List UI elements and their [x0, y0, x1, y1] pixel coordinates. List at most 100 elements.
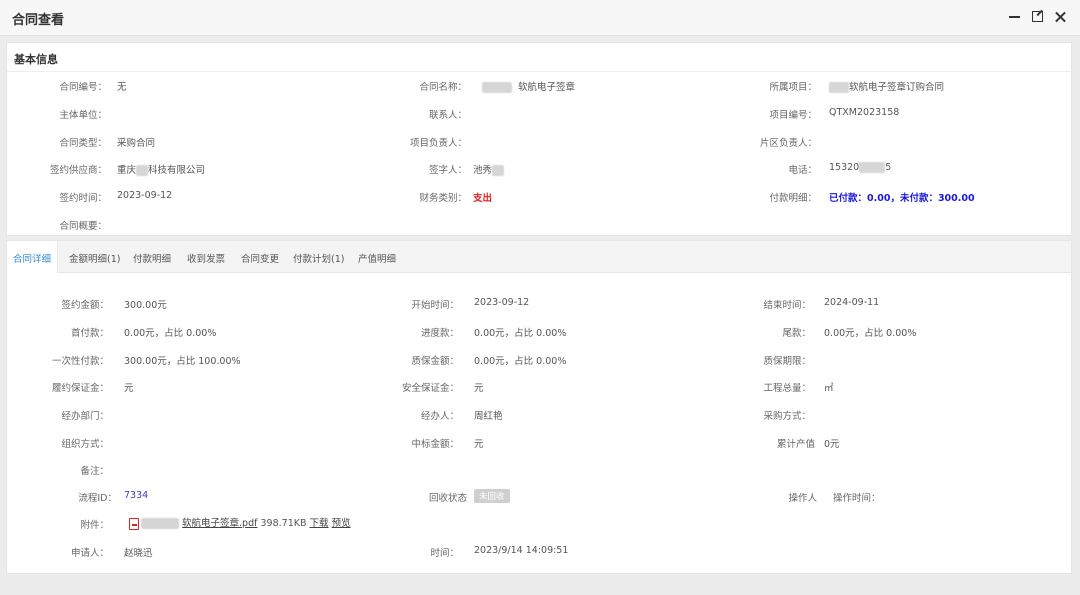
- value-sign-amount: 300.00元: [124, 300, 167, 311]
- label-area-manager: 片区负责人：: [759, 138, 817, 149]
- label-project-manager: 项目负责人：: [409, 138, 467, 149]
- value-signer-text: 池秀: [473, 165, 493, 176]
- label-start-date: 开始时间：: [411, 300, 459, 311]
- label-time: 时间：: [430, 548, 459, 559]
- label-bid-amount: 中标金额：: [411, 439, 459, 450]
- label-total-quantity: 工程总量：: [763, 383, 811, 394]
- value-handler: 周红艳: [474, 411, 503, 422]
- minimize-icon[interactable]: [1007, 9, 1022, 24]
- tab-output-detail[interactable]: 产值明细: [358, 251, 396, 265]
- window-title: 合同查看: [12, 13, 65, 28]
- tab-contract-change[interactable]: 合同变更: [241, 251, 279, 265]
- status-badge: 未回收: [474, 489, 510, 503]
- value-contract-no: 无: [117, 82, 127, 93]
- maximize-icon[interactable]: [1030, 9, 1045, 24]
- section-title-basic-info: 基本信息: [14, 53, 58, 66]
- label-finance-type: 财务类别：: [419, 193, 467, 204]
- label-payment-detail: 付款明细：: [769, 193, 817, 204]
- value-bid-amount: 元: [474, 439, 484, 450]
- redacted-text: [136, 165, 149, 176]
- redacted-text: [492, 165, 505, 176]
- label-recovery-status: 回收状态: [428, 493, 467, 504]
- label-sign-date: 签约时间：: [59, 193, 107, 204]
- label-warranty-amount: 质保金额：: [411, 356, 459, 367]
- label-warranty-period: 质保期限：: [763, 356, 811, 367]
- value-process-id[interactable]: 7334: [124, 490, 148, 501]
- value-first-payment: 0.00元，占比 0.00%: [124, 328, 217, 339]
- label-handler: 经办人：: [420, 411, 459, 422]
- redacted-text: [482, 82, 512, 93]
- attachment-filename-link[interactable]: 软航电子签章.pdf: [182, 518, 257, 529]
- value-contract-name: 软航电子签章: [482, 79, 575, 93]
- value-supplier-suffix: 科技有限公司: [148, 165, 206, 176]
- value-total-quantity: ㎡: [824, 383, 834, 394]
- value-time: 2023/9/14 14:09:51: [474, 545, 569, 556]
- redacted-text: [859, 162, 886, 173]
- value-sign-date: 2023-09-12: [117, 190, 173, 201]
- value-safety-bond: 元: [474, 383, 484, 394]
- value-final-payment: 0.00元，占比 0.00%: [824, 328, 917, 339]
- label-lump-payment: 一次性付款：: [51, 356, 109, 367]
- label-cumulative-output: 累计产值: [776, 439, 815, 450]
- pdf-file-icon: [129, 517, 139, 530]
- label-contract-type: 合同类型：: [59, 138, 107, 149]
- value-applicant: 赵晓迅: [124, 548, 153, 559]
- label-main-unit: 主体单位：: [59, 110, 107, 121]
- value-performance-bond: 元: [124, 383, 134, 394]
- value-supplier-prefix: 重庆: [117, 165, 137, 176]
- value-progress-payment: 0.00元，占比 0.00%: [474, 328, 567, 339]
- label-first-payment: 首付款：: [70, 328, 109, 339]
- label-sign-amount: 签约金额：: [61, 300, 109, 311]
- value-project-no: QTXM2023158: [829, 107, 900, 118]
- label-performance-bond: 履约保证金：: [51, 383, 109, 394]
- label-final-payment: 尾款：: [782, 328, 811, 339]
- value-payment-detail: 已付款：0.00，未付款：300.00: [829, 193, 975, 204]
- tab-invoices[interactable]: 收到发票: [187, 251, 225, 265]
- value-phone-suffix: 5: [885, 162, 892, 173]
- close-icon[interactable]: [1053, 9, 1068, 24]
- label-project: 所属项目：: [769, 82, 817, 93]
- value-recovery-status: 未回收: [474, 489, 510, 503]
- value-lump-payment: 300.00元，占比 100.00%: [124, 356, 241, 367]
- preview-link[interactable]: 预览: [332, 518, 351, 529]
- tab-payment-plan[interactable]: 付款计划(1): [293, 251, 344, 265]
- label-signer: 签字人：: [428, 165, 467, 176]
- value-phone: 15320 5: [829, 162, 891, 173]
- label-safety-bond: 安全保证金：: [401, 383, 459, 394]
- tab-contract-detail[interactable]: 合同详细: [7, 241, 59, 273]
- label-applicant: 申请人：: [70, 548, 109, 559]
- value-cumulative-output: 0元: [824, 439, 840, 450]
- attachment-row: 软航电子签章.pdf 398.71KB 下载 预览: [129, 515, 351, 530]
- window-controls: [1007, 9, 1068, 24]
- tab-bar: 合同详细 金额明细(1) 付款明细 收到发票 合同变更 付款计划(1) 产值明细: [7, 241, 1071, 273]
- label-process-id: 流程ID：: [78, 493, 117, 504]
- label-attachment: 附件：: [80, 520, 109, 531]
- value-supplier: 重庆 科技有限公司: [117, 162, 205, 176]
- value-warranty-amount: 0.00元，占比 0.00%: [474, 356, 567, 367]
- label-purchase-method: 采购方式：: [763, 411, 811, 422]
- attachment-size: 398.71KB: [260, 518, 307, 529]
- label-phone: 电话：: [788, 165, 817, 176]
- value-phone-prefix: 15320: [829, 162, 860, 173]
- download-link[interactable]: 下载: [310, 518, 329, 529]
- label-remark: 备注：: [80, 466, 109, 477]
- tab-payment-detail[interactable]: 付款明细: [133, 251, 171, 265]
- value-project-text: 软航电子签章订购合同: [849, 82, 945, 93]
- value-contract-type: 采购合同: [117, 138, 156, 149]
- label-operator: 操作人: [788, 493, 817, 504]
- value-end-date: 2024-09-11: [824, 297, 880, 308]
- section-divider: [7, 71, 1071, 72]
- label-contract-name: 合同名称：: [419, 82, 467, 93]
- value-contract-name-text: 软航电子签章: [518, 82, 576, 93]
- label-project-no: 项目编号：: [769, 110, 817, 121]
- redacted-text: [141, 518, 179, 529]
- window-titlebar: 合同查看: [0, 0, 1080, 36]
- label-contract-no: 合同编号：: [59, 82, 107, 93]
- label-summary: 合同概要：: [59, 221, 107, 232]
- value-finance-type: 支出: [473, 193, 493, 204]
- label-progress-payment: 进度款：: [420, 328, 459, 339]
- tab-amount-detail[interactable]: 金额明细(1): [69, 251, 120, 265]
- label-organization: 组织方式：: [61, 439, 109, 450]
- basic-info-panel: 基本信息 合同编号： 无 合同名称： 软航电子签章 所属项目： 软航电子签章订购…: [6, 42, 1072, 236]
- value-project: 软航电子签章订购合同: [829, 79, 944, 93]
